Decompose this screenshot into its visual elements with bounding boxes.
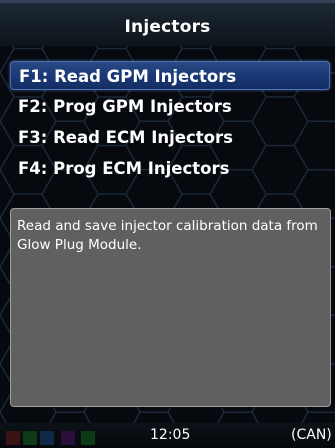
status-indicator [61, 431, 75, 445]
injectors-screen: Injectors F1: Read GPM Injectors F2: Pro… [0, 0, 335, 448]
status-bar: 12:05 (CAN) [0, 423, 335, 448]
connection-status: (CAN) [291, 427, 332, 443]
clock-time: 12:05 [150, 427, 191, 443]
status-indicator [23, 431, 37, 445]
description-text: Read and save injector calibration data … [17, 218, 318, 253]
menu-item-read-gpm-injectors[interactable]: F1: Read GPM Injectors [10, 61, 330, 90]
status-indicator [40, 431, 54, 445]
menu-item-read-ecm-injectors[interactable]: F3: Read ECM Injectors [10, 123, 330, 152]
page-title: Injectors [124, 17, 211, 37]
menu-item-prog-ecm-injectors[interactable]: F4: Prog ECM Injectors [10, 154, 330, 183]
description-panel: Read and save injector calibration data … [10, 208, 331, 407]
status-indicator [81, 431, 95, 445]
menu-item-prog-gpm-injectors[interactable]: F2: Prog GPM Injectors [10, 92, 330, 121]
status-indicator [6, 431, 20, 445]
title-bar: Injectors [0, 0, 335, 46]
